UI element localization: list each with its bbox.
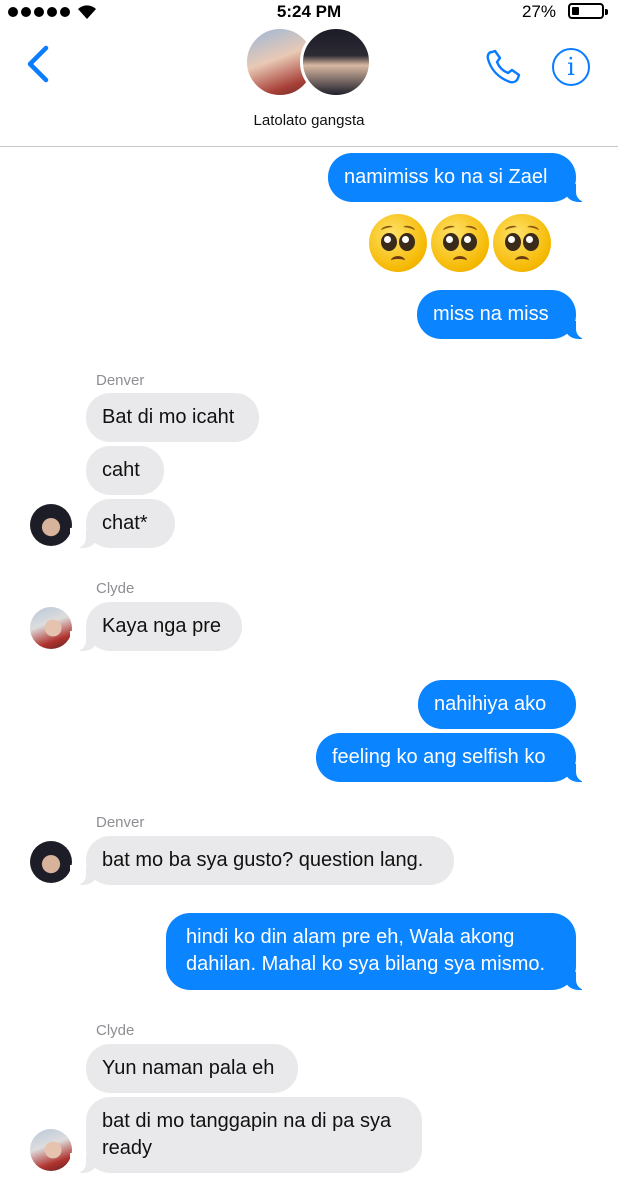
message-bubble-received[interactable]: Yun naman pala eh	[86, 1044, 298, 1093]
message-bubble-received[interactable]: caht	[86, 446, 164, 495]
sender-name: Denver	[96, 814, 145, 831]
avatar[interactable]	[30, 1129, 72, 1171]
message-bubble-received[interactable]: Bat di mo icaht	[86, 393, 259, 442]
pleading-face-icon	[369, 214, 427, 272]
message-line: bat di mo tanggapin na di pa sya	[102, 1110, 392, 1132]
avatar[interactable]	[30, 607, 72, 649]
group-avatars[interactable]	[244, 24, 374, 102]
message-bubble-received[interactable]: chat*	[70, 499, 175, 548]
message-bubble-received[interactable]: bat di mo tanggapin na di pa sya ready	[70, 1097, 422, 1173]
sender-name: Clyde	[96, 1022, 135, 1039]
status-bar: 5:24 PM 27%	[0, 0, 618, 24]
battery-percent: 27%	[521, 2, 556, 21]
avatar[interactable]	[30, 504, 72, 546]
sender-name: Denver	[96, 372, 145, 389]
message-line: hindi ko din alam pre eh, Wala akong	[186, 926, 515, 948]
phone-icon[interactable]	[482, 46, 524, 88]
message-bubble-sent[interactable]: namimiss ko na si Zael	[328, 153, 592, 202]
conversation-header: Latolato gangsta i	[0, 24, 618, 147]
pleading-face-icon	[493, 214, 551, 272]
message-bubble-received[interactable]: Kaya nga pre	[70, 602, 242, 651]
group-avatar-denver	[300, 26, 372, 98]
avatar[interactable]	[30, 841, 72, 883]
group-name[interactable]: Latolato gangsta	[0, 112, 618, 129]
chevron-left-icon[interactable]	[22, 42, 58, 86]
message-bubble-sent[interactable]: feeling ko ang selfish ko	[316, 733, 592, 782]
emoji-message[interactable]	[369, 214, 551, 272]
message-line: dahilan. Mahal ko sya bilang sya mismo.	[186, 953, 546, 975]
battery-icon	[568, 3, 608, 19]
message-bubble-received[interactable]: bat mo ba sya gusto? question lang.	[70, 836, 454, 885]
pleading-face-icon	[431, 214, 489, 272]
message-bubble-sent[interactable]: nahihiya ako	[418, 680, 576, 729]
message-bubble-sent[interactable]: hindi ko din alam pre eh, Wala akong dah…	[166, 913, 592, 990]
sender-name: Clyde	[96, 580, 135, 597]
info-icon[interactable]: i	[552, 48, 590, 86]
message-bubble-sent[interactable]: miss na miss	[417, 290, 592, 339]
message-line: ready	[102, 1137, 153, 1159]
